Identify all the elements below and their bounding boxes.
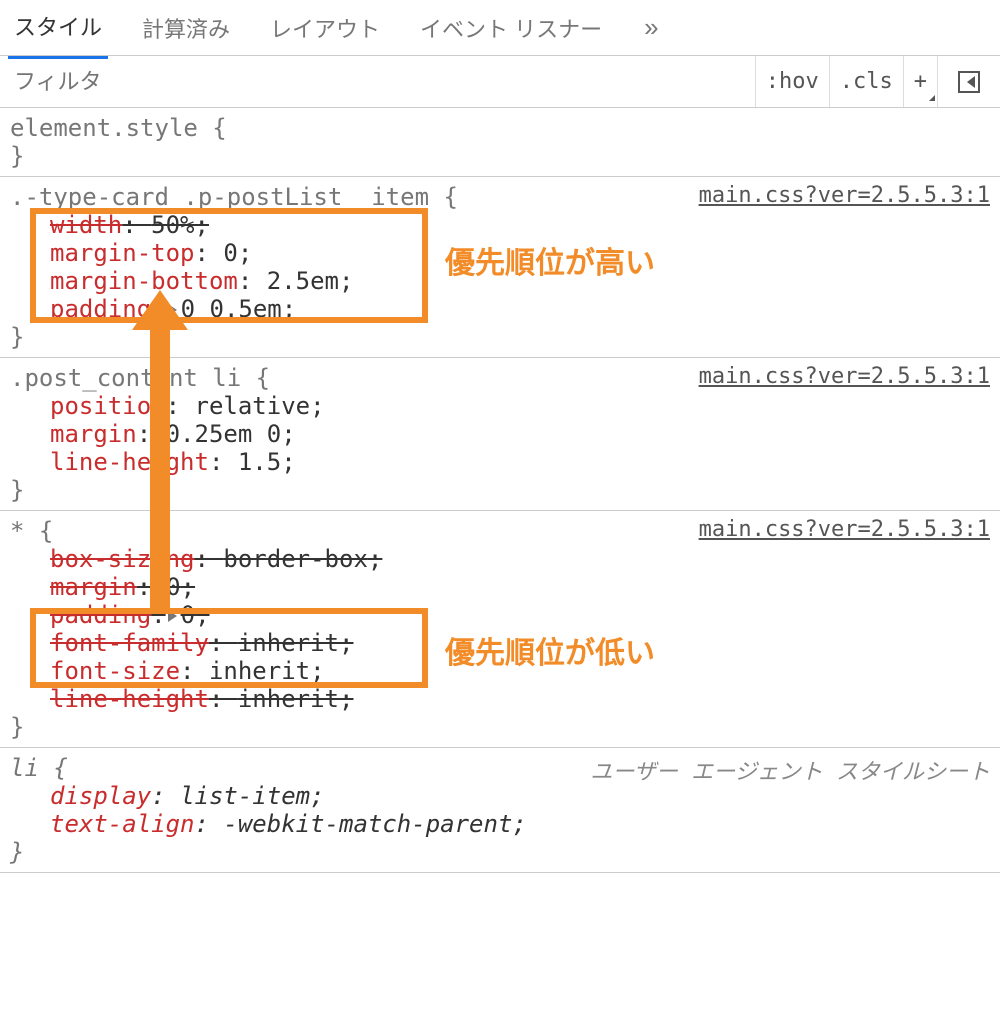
source-ua: ユーザー エージェント スタイルシート [590,754,990,786]
declaration[interactable]: width: 50%; [10,211,990,239]
declaration[interactable]: margin-bottom: 2.5em; [10,267,990,295]
rule-block[interactable]: main.css?ver=2.5.5.3:1 .post_content li … [0,358,1000,511]
declaration[interactable]: box-sizing: border-box; [10,545,990,573]
selector[interactable]: .post_content li { [10,364,270,392]
tab-layout[interactable]: レイアウト [264,0,386,58]
source-link[interactable]: main.css?ver=2.5.5.3:1 [699,517,990,542]
expand-icon[interactable] [153,582,162,594]
declaration[interactable]: line-height: inherit; [10,685,990,713]
selector[interactable]: .-type-card .p-postList__item { [10,183,458,211]
rule-block[interactable]: main.css?ver=2.5.5.3:1 * { box-sizing: b… [0,511,1000,748]
rule-block[interactable]: element.style { } [0,108,1000,177]
tab-styles[interactable]: スタイル [8,0,108,59]
declaration[interactable]: position: relative; [10,392,990,420]
tab-event-listeners[interactable]: イベント リスナー [414,0,608,58]
declaration[interactable]: line-height: 1.5; [10,448,990,476]
expand-icon[interactable] [168,610,177,622]
source-link[interactable]: main.css?ver=2.5.5.3:1 [699,183,990,208]
declaration[interactable]: text-align: -webkit-match-parent; [10,810,990,838]
tabs-overflow-icon[interactable]: » [636,12,666,43]
declaration[interactable]: padding:0; [10,601,990,629]
hov-button[interactable]: :hov [755,56,829,107]
selector[interactable]: element.style { [10,114,227,142]
filter-row: :hov .cls + [0,56,1000,108]
declaration[interactable]: font-family: inherit; [10,629,990,657]
declaration[interactable]: margin-top: 0; [10,239,990,267]
toggle-pane-button[interactable] [937,56,1000,107]
collapse-icon [958,71,980,93]
declaration[interactable]: margin:0; [10,573,990,601]
selector[interactable]: * { [10,517,53,545]
declaration[interactable]: font-size: inherit; [10,657,990,685]
declaration[interactable]: padding:0 0.5em; [10,295,990,323]
cls-button[interactable]: .cls [829,56,903,107]
declaration[interactable]: display: list-item; [10,782,990,810]
expand-icon[interactable] [168,304,177,316]
rule-block[interactable]: main.css?ver=2.5.5.3:1 .-type-card .p-po… [0,177,1000,358]
filter-input[interactable] [0,59,755,105]
declaration[interactable]: margin: 0.25em 0; [10,420,990,448]
tab-computed[interactable]: 計算済み [136,0,236,58]
rule-block[interactable]: ユーザー エージェント スタイルシート li { display: list-i… [0,748,1000,873]
new-rule-button[interactable]: + [903,56,937,107]
tabs-bar: スタイル 計算済み レイアウト イベント リスナー » [0,0,1000,56]
rules-panel: element.style { } main.css?ver=2.5.5.3:1… [0,108,1000,873]
selector[interactable]: li { [10,754,68,782]
source-link[interactable]: main.css?ver=2.5.5.3:1 [699,364,990,389]
